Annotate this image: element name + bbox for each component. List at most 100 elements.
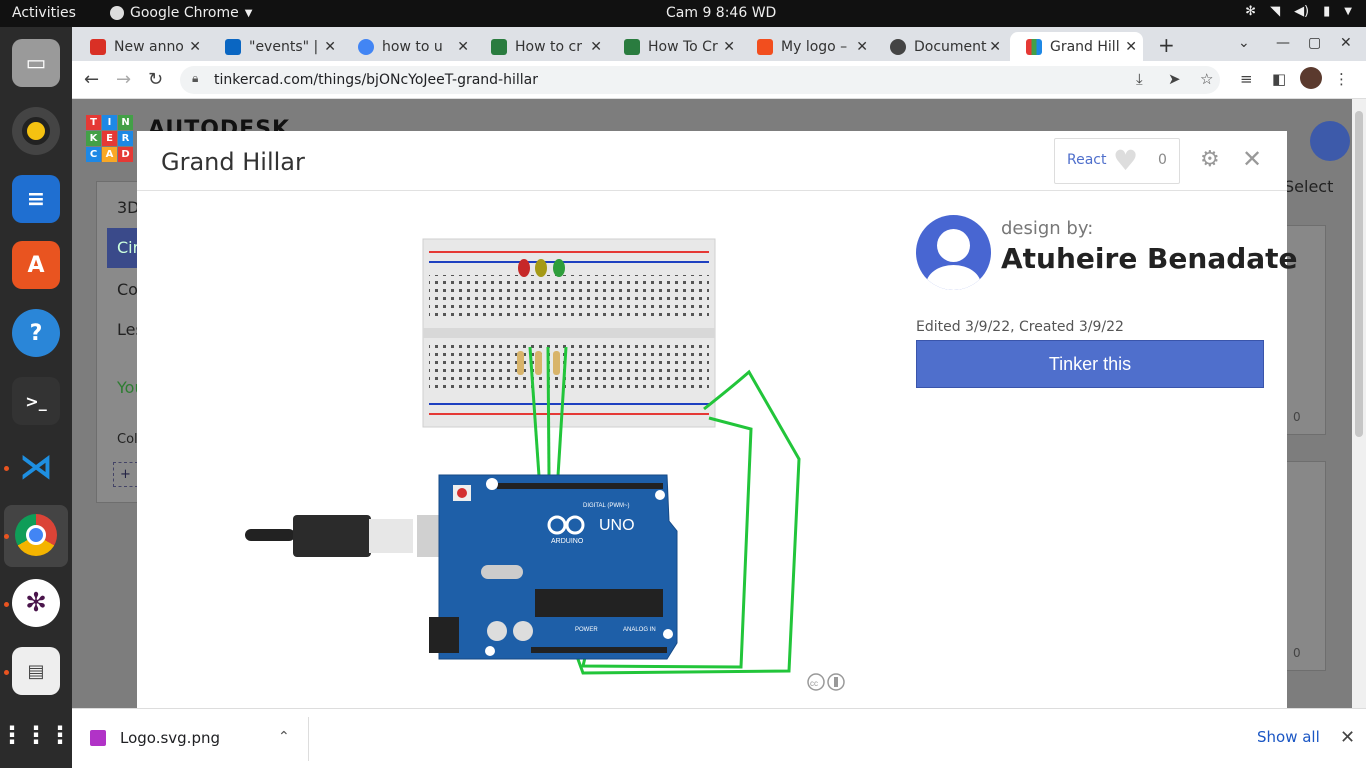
react-count: 0: [1158, 152, 1167, 168]
close-tab-icon[interactable]: ✕: [324, 39, 336, 55]
rhythmbox-icon[interactable]: [12, 107, 60, 155]
tab-title: how to u: [382, 38, 443, 55]
user-avatar: [1310, 121, 1350, 161]
tab-tinkercad[interactable]: Grand Hill ✕: [1010, 32, 1143, 61]
tab-linkedin[interactable]: "events" | ✕: [209, 32, 342, 61]
like-count: 0: [1293, 410, 1301, 424]
app-menu[interactable]: Google Chrome ▼: [110, 5, 252, 21]
tab-search-icon[interactable]: ⌄: [1238, 35, 1250, 51]
profile-avatar[interactable]: [1300, 67, 1322, 89]
figma-icon: [757, 38, 773, 55]
writer-icon[interactable]: ≡: [12, 175, 60, 223]
tinker-this-button[interactable]: Tinker this: [916, 340, 1264, 388]
tab-wikihow-2[interactable]: How To Cr ✕: [608, 32, 741, 61]
activities-button[interactable]: Activities: [12, 5, 76, 21]
show-all-button[interactable]: Show all: [1257, 728, 1320, 746]
new-tab-icon[interactable]: +: [1158, 33, 1175, 57]
media-queue-icon[interactable]: ≡: [1240, 70, 1253, 88]
app-grid-icon[interactable]: ⋮⋮⋮: [0, 711, 72, 759]
gear-icon[interactable]: ⚙: [1200, 147, 1220, 172]
logo-letter: K: [86, 131, 101, 146]
avatar-head: [937, 229, 970, 262]
close-download-bar-icon[interactable]: ✕: [1340, 727, 1355, 748]
url-text: tinkercad.com/things/bjONcYoJeeT-grand-h…: [214, 72, 538, 88]
tab-document[interactable]: Document ✕: [874, 32, 1007, 61]
tab-gmail[interactable]: New anno ✕: [74, 32, 207, 61]
help-icon[interactable]: ?: [12, 309, 60, 357]
close-tab-icon[interactable]: ✕: [989, 39, 1001, 55]
react-button[interactable]: React ♥ 0: [1054, 138, 1180, 184]
tab-figma[interactable]: My logo – ✕: [741, 32, 874, 61]
close-tab-icon[interactable]: ✕: [590, 39, 602, 55]
maximize-icon[interactable]: ▢: [1308, 35, 1321, 51]
tinkercad-logo: T I N K E R C A D: [86, 115, 133, 162]
system-tray[interactable]: ✻ ◥ ◀) ▮ ▼: [1245, 4, 1352, 19]
tab-title: New anno: [114, 38, 184, 55]
arduino-board: UNO ARDUINO DIGITAL (PWM~) POWER ANALOG …: [429, 474, 678, 660]
reload-icon[interactable]: ↻: [148, 69, 163, 90]
close-tab-icon[interactable]: ✕: [189, 39, 201, 55]
terminal-icon[interactable]: >_: [12, 377, 60, 425]
files-icon[interactable]: ▭: [12, 39, 60, 87]
dock: ▭ ≡ A ? >_ ⋊ ✻ ▤ ⋮⋮⋮: [0, 27, 72, 768]
app-menu-label: Google Chrome: [130, 5, 239, 21]
vscode-icon[interactable]: ⋊: [12, 443, 60, 491]
tab-google[interactable]: how to u ✕: [342, 32, 475, 61]
react-label: React: [1067, 152, 1107, 168]
running-indicator: [4, 466, 9, 471]
scrollbar-thumb[interactable]: [1355, 111, 1363, 437]
browser-toolbar: ← → ↻ 🔒︎ tinkercad.com/things/bjONcYoJee…: [72, 61, 1366, 99]
close-tab-icon[interactable]: ✕: [723, 39, 735, 55]
google-icon: [358, 38, 374, 55]
forward-icon[interactable]: →: [116, 69, 131, 90]
image-file-icon: [90, 730, 106, 746]
close-tab-icon[interactable]: ✕: [457, 39, 469, 55]
close-icon[interactable]: ✕: [1242, 145, 1262, 173]
software-icon[interactable]: A: [12, 241, 60, 289]
slack-icon[interactable]: ✻: [12, 579, 60, 627]
linkedin-icon: [225, 38, 241, 55]
logo-letter: E: [102, 131, 117, 146]
page-scrollbar[interactable]: [1352, 99, 1366, 708]
logo-letter: A: [102, 147, 117, 162]
divider: [308, 717, 309, 761]
tinkercad-icon: [1026, 38, 1042, 55]
send-icon[interactable]: ➤: [1168, 70, 1181, 88]
breadboard: [422, 238, 716, 428]
board-label-digital: DIGITAL (PWM~): [583, 503, 630, 509]
globe-icon: [890, 38, 906, 55]
install-icon[interactable]: ⤓: [1136, 70, 1143, 88]
side-panel-icon[interactable]: ◧: [1272, 70, 1286, 88]
screen: Activities Google Chrome ▼ Cam 9 8:46 WD…: [0, 0, 1366, 768]
heart-icon: ♥: [1113, 144, 1139, 177]
chevron-up-icon[interactable]: ⌃: [278, 729, 290, 745]
window-close-icon[interactable]: ✕: [1340, 35, 1352, 51]
lock-icon[interactable]: 🔒︎: [192, 71, 198, 86]
system-top-bar: Activities Google Chrome ▼ Cam 9 8:46 WD…: [0, 0, 1366, 27]
modal-header: Grand Hillar React ♥ 0 ⚙ ✕: [137, 131, 1287, 191]
chrome-menu-icon[interactable]: ⋮: [1334, 70, 1349, 88]
document-viewer-icon[interactable]: ▤: [12, 647, 60, 695]
design-title: Grand Hillar: [161, 148, 305, 176]
bookmark-star-icon[interactable]: ☆: [1200, 70, 1213, 88]
caret-down-icon: ▼: [1344, 6, 1352, 17]
led-yellow: [535, 259, 547, 277]
designer-avatar[interactable]: [916, 215, 991, 290]
tab-wikihow-1[interactable]: How to cr ✕: [475, 32, 608, 61]
minimize-icon[interactable]: —: [1276, 35, 1290, 51]
select-label: Select: [1284, 177, 1334, 196]
logo-letter: N: [118, 115, 133, 130]
tab-title: Grand Hill: [1050, 38, 1120, 55]
chrome-icon[interactable]: [12, 511, 60, 559]
download-item[interactable]: Logo.svg.png: [90, 729, 220, 747]
avatar-body: [926, 265, 981, 290]
background-card: 0: [1286, 461, 1326, 671]
attribution-icon: [834, 677, 838, 687]
clock[interactable]: Cam 9 8:46 WD: [666, 5, 776, 21]
close-tab-icon[interactable]: ✕: [1125, 39, 1137, 55]
close-tab-icon[interactable]: ✕: [856, 39, 868, 55]
designer-name[interactable]: Atuheire Benadate: [1001, 242, 1298, 275]
download-bar: Logo.svg.png ⌃ Show all ✕: [72, 708, 1366, 768]
address-bar[interactable]: 🔒︎ tinkercad.com/things/bjONcYoJeeT-gran…: [180, 66, 1220, 94]
back-icon[interactable]: ←: [84, 69, 99, 90]
